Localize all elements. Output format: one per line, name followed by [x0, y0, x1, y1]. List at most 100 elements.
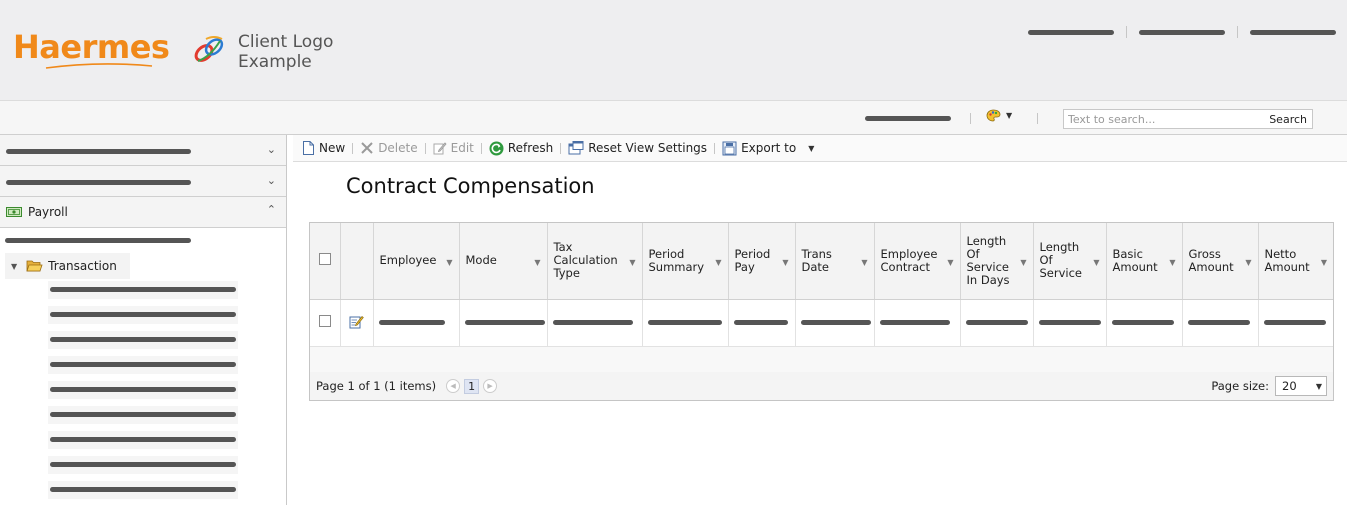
reset-view-label: Reset View Settings [588, 141, 708, 155]
column-header-trans-date[interactable]: Trans Date ▼ [795, 223, 875, 300]
tree-node-transaction[interactable]: ▼ Transaction [5, 253, 130, 279]
row-select-cell [310, 299, 341, 347]
tree-item-placeholder[interactable] [5, 238, 191, 243]
divider [1126, 26, 1127, 38]
column-header-gross-amount[interactable]: Gross Amount ▼ [1182, 223, 1259, 300]
delete-button[interactable]: Delete [358, 141, 419, 155]
prev-page-icon[interactable]: ◀ [446, 379, 461, 393]
grid-table: Employee ▼ Mode ▼ Tax Calculation Type ▼ Pe… [310, 223, 1333, 347]
divider [714, 142, 716, 154]
client-logo-text: Client Logo Example [238, 32, 333, 72]
filter-icon[interactable]: ▼ [861, 256, 867, 269]
select-all-checkbox[interactable] [318, 253, 331, 266]
cell-netto-amount [1258, 299, 1333, 347]
column-header-period-summary[interactable]: Period Summary ▼ [642, 223, 729, 300]
refresh-button[interactable]: Refresh [487, 141, 555, 156]
filter-icon[interactable]: ▼ [1169, 256, 1175, 269]
export-to-button[interactable]: Export to ▼ [720, 141, 816, 156]
edit-row-icon[interactable] [349, 314, 364, 329]
column-header-length-of-service-in-days[interactable]: Length Of Service In Days ▼ [960, 223, 1034, 300]
tree-leaf-label [50, 287, 236, 292]
top-nav-links [1028, 26, 1336, 38]
column-header-label: Mode [465, 253, 497, 268]
chevron-up-icon: ⌃ [266, 203, 276, 216]
filter-icon[interactable]: ▼ [1245, 256, 1251, 269]
top-link-2[interactable] [1139, 29, 1225, 35]
tree-leaf-label [50, 437, 236, 442]
chevron-down-icon: ⌄ [266, 143, 276, 156]
search-box: Search [1063, 109, 1313, 129]
filter-icon[interactable]: ▼ [1093, 256, 1099, 269]
page-size-select[interactable]: 20 ▼ [1275, 376, 1327, 396]
filter-icon[interactable]: ▼ [715, 256, 721, 269]
tree-leaf[interactable] [48, 281, 238, 299]
sidebar: ⌄ ⌄ Payroll ⌃ ▼ Transaction [0, 135, 287, 505]
divider [352, 142, 354, 154]
export-label: Export to [741, 141, 797, 155]
client-logo-icon [194, 36, 224, 62]
search-input[interactable] [1064, 110, 1265, 128]
column-header-mode[interactable]: Mode ▼ [459, 223, 548, 300]
tree-leaf[interactable] [48, 356, 238, 374]
cell-basic-amount [1106, 299, 1183, 347]
filter-icon[interactable]: ▼ [947, 256, 953, 269]
row-checkbox[interactable] [318, 315, 331, 327]
tree-expand-icon[interactable]: ▼ [11, 262, 17, 271]
reset-view-settings-button[interactable]: Reset View Settings [566, 141, 709, 155]
tree-leaf[interactable] [48, 406, 238, 424]
brand-logo[interactable]: Haermes [13, 28, 170, 66]
theme-selector-button[interactable]: ▼ [986, 109, 1012, 122]
column-header-netto-amount[interactable]: Netto Amount ▼ [1258, 223, 1333, 300]
column-header-label: Trans Date [801, 246, 832, 274]
column-header-employee-contract[interactable]: Employee Contract ▼ [874, 223, 961, 300]
next-page-icon[interactable]: ▶ [483, 379, 498, 393]
divider [1037, 113, 1038, 124]
column-header-period-pay[interactable]: Period Pay ▼ [728, 223, 796, 300]
column-header-tax-calculation-type[interactable]: Tax Calculation Type ▼ [547, 223, 643, 300]
new-button[interactable]: New [300, 141, 347, 155]
pager-summary: Page 1 of 1 (1 items) [316, 379, 437, 393]
nav-group-label [6, 149, 191, 154]
column-header-employee[interactable]: Employee ▼ [373, 223, 460, 300]
cell-period-pay [728, 299, 796, 347]
nav-group-payroll[interactable]: Payroll ⌃ [0, 197, 286, 228]
filter-icon[interactable]: ▼ [446, 256, 452, 269]
client-logo-line1: Client Logo [238, 32, 334, 52]
edit-icon [433, 142, 447, 155]
tree-leaf[interactable] [48, 431, 238, 449]
column-header-label: Employee [379, 253, 437, 268]
table-row[interactable] [310, 299, 1333, 347]
export-icon [722, 141, 737, 155]
edit-button[interactable]: Edit [431, 141, 476, 155]
filter-icon[interactable]: ▼ [534, 256, 540, 269]
filter-icon[interactable]: ▼ [1020, 256, 1026, 269]
chevron-down-icon: ▼ [808, 143, 815, 153]
refresh-label: Refresh [507, 141, 554, 155]
filter-icon[interactable]: ▼ [782, 256, 788, 269]
page-number-button[interactable]: 1 [464, 378, 480, 394]
top-link-3[interactable] [1250, 29, 1336, 35]
column-header-basic-amount[interactable]: Basic Amount ▼ [1106, 223, 1183, 300]
divider [560, 142, 562, 154]
tree-leaf[interactable] [48, 381, 238, 399]
tree-leaf[interactable] [48, 331, 238, 349]
search-button[interactable]: Search [1264, 113, 1312, 126]
column-header-label: Period Summary [648, 246, 705, 274]
filter-icon[interactable]: ▼ [629, 256, 635, 269]
cell-employee [373, 299, 460, 347]
cell-mode [459, 299, 548, 347]
nav-group-1[interactable]: ⌄ [0, 135, 286, 166]
payroll-icon [6, 207, 22, 217]
tree-leaf[interactable] [48, 481, 238, 499]
top-link-1[interactable] [1028, 29, 1114, 35]
brand-logo-swoosh [45, 63, 153, 69]
page-size-label: Page size: [1211, 379, 1269, 393]
filter-icon[interactable]: ▼ [1321, 256, 1327, 269]
nav-group-2[interactable]: ⌄ [0, 166, 286, 197]
column-header-label: Tax Calculation Type [553, 240, 618, 281]
user-link[interactable] [865, 116, 951, 121]
tree-leaf[interactable] [48, 306, 238, 324]
column-header-length-of-service[interactable]: Length Of Service ▼ [1033, 223, 1107, 300]
tree-leaf[interactable] [48, 456, 238, 474]
reset-view-icon [568, 141, 584, 155]
